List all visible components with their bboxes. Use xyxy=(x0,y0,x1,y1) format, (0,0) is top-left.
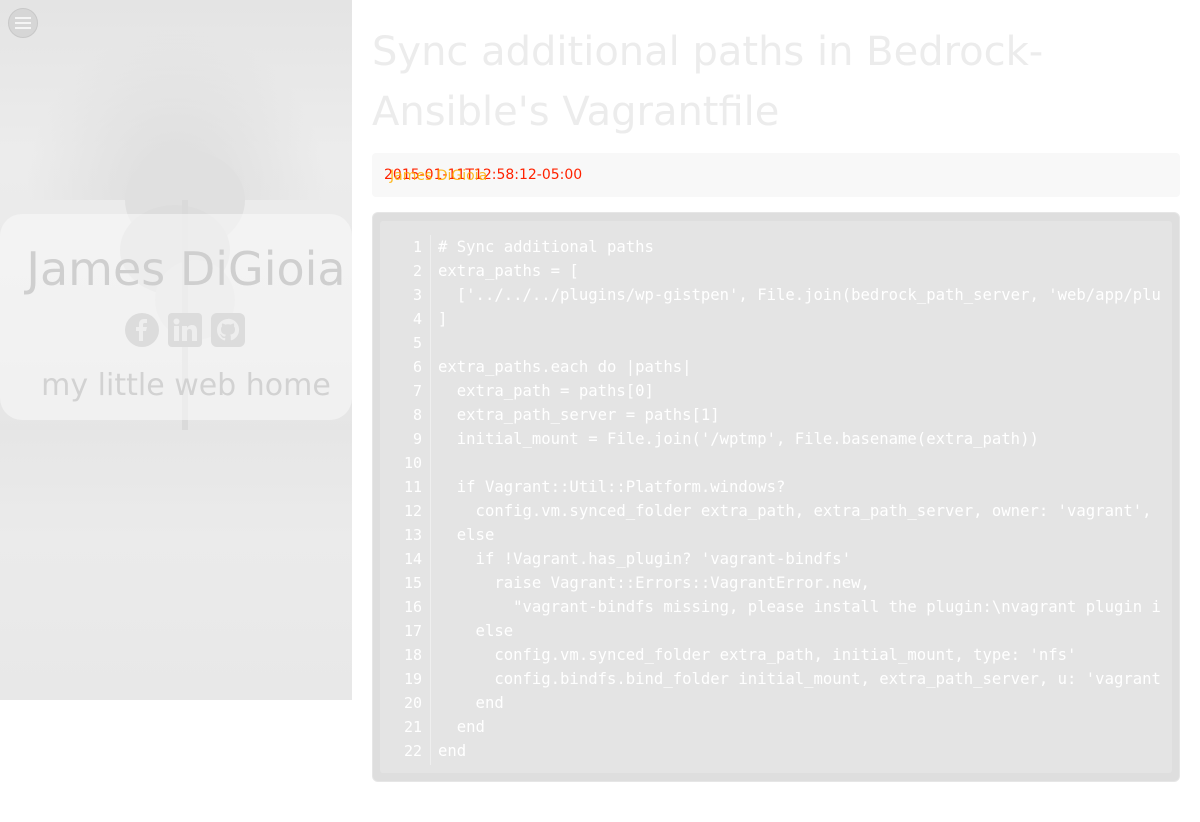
line-number: 13 xyxy=(403,526,422,544)
line-number: 5 xyxy=(412,334,422,352)
code-line: extra_paths.each do |paths| xyxy=(438,358,692,376)
post-author[interactable]: James DiGioia xyxy=(390,168,487,184)
code-line: end xyxy=(438,718,485,736)
line-number: 20 xyxy=(403,694,422,712)
line-number-gutter: 1 2 3 4 5 6 7 8 9 10 11 12 13 14 15 16 17 18 19 20 21 22 xyxy=(380,235,431,765)
code-line: extra_path = paths[0] xyxy=(438,382,654,400)
line-number: 2 xyxy=(412,262,422,280)
code-line: else xyxy=(438,622,514,640)
code-line: ['../../../plugins/wp-gistpen', File.joi… xyxy=(438,286,1161,304)
line-number: 14 xyxy=(403,550,422,568)
profile-card: James DiGioia my little web home xyxy=(0,214,352,420)
line-number: 19 xyxy=(403,670,422,688)
github-icon[interactable] xyxy=(210,312,246,348)
line-number: 12 xyxy=(403,502,422,520)
code-line: extra_path_server = paths[1] xyxy=(438,406,720,424)
site-tagline: my little web home xyxy=(41,368,331,403)
line-number: 3 xyxy=(412,286,422,304)
code-line: raise Vagrant::Errors::VagrantError.new, xyxy=(438,574,870,592)
line-number: 10 xyxy=(403,454,422,472)
line-number: 6 xyxy=(412,358,422,376)
code-line: config.bindfs.bind_folder initial_mount,… xyxy=(438,670,1161,688)
menu-button[interactable] xyxy=(8,8,38,38)
code-line: "vagrant-bindfs missing, please install … xyxy=(438,598,1161,616)
code-line: end xyxy=(438,694,504,712)
line-number: 22 xyxy=(403,742,422,760)
line-number: 7 xyxy=(412,382,422,400)
code-block: 1 2 3 4 5 6 7 8 9 10 11 12 13 14 15 16 17 18 19 20 21 22 # Sy… xyxy=(372,212,1180,782)
code-line: end xyxy=(438,742,467,760)
social-links xyxy=(124,312,246,348)
line-number: 1 xyxy=(412,238,422,256)
linkedin-icon[interactable] xyxy=(167,312,203,348)
code-line: ] xyxy=(438,310,448,328)
line-number: 8 xyxy=(412,406,422,424)
code-line: if !Vagrant.has_plugin? 'vagrant-bindfs' xyxy=(438,550,852,568)
code-line: config.vm.synced_folder extra_path, extr… xyxy=(438,502,1161,520)
line-number: 21 xyxy=(403,718,422,736)
line-number: 18 xyxy=(403,646,422,664)
line-number: 17 xyxy=(403,622,422,640)
code-line: extra_paths = [ xyxy=(438,262,579,280)
hero-ground xyxy=(0,430,352,700)
line-number: 15 xyxy=(403,574,422,592)
site-owner-name[interactable]: James DiGioia xyxy=(0,242,352,296)
hero-panel: James DiGioia my little web home xyxy=(0,0,352,700)
line-number: 4 xyxy=(412,310,422,328)
code-line: if Vagrant::Util::Platform.windows? xyxy=(438,478,786,496)
code-inner: 1 2 3 4 5 6 7 8 9 10 11 12 13 14 15 16 17 18 19 20 21 22 # Sy… xyxy=(380,221,1172,773)
line-number: 16 xyxy=(403,598,422,616)
post-title: Sync additional paths in Bedrock-Ansible… xyxy=(372,29,1044,135)
code-line: initial_mount = File.join('/wptmp', File… xyxy=(438,430,1039,448)
code-lines[interactable]: # Sync additional paths extra_paths = [ [… xyxy=(438,235,1161,763)
line-number: 9 xyxy=(412,430,422,448)
facebook-icon[interactable] xyxy=(124,312,160,348)
code-line: config.vm.synced_folder extra_path, init… xyxy=(438,646,1077,664)
code-line: else xyxy=(438,526,495,544)
code-line: # Sync additional paths xyxy=(438,238,654,256)
line-number: 11 xyxy=(403,478,422,496)
hamburger-menu-icon xyxy=(15,17,31,29)
post-meta: 2015-01-11T12:58:12-05:00 James DiGioia xyxy=(372,153,1180,197)
